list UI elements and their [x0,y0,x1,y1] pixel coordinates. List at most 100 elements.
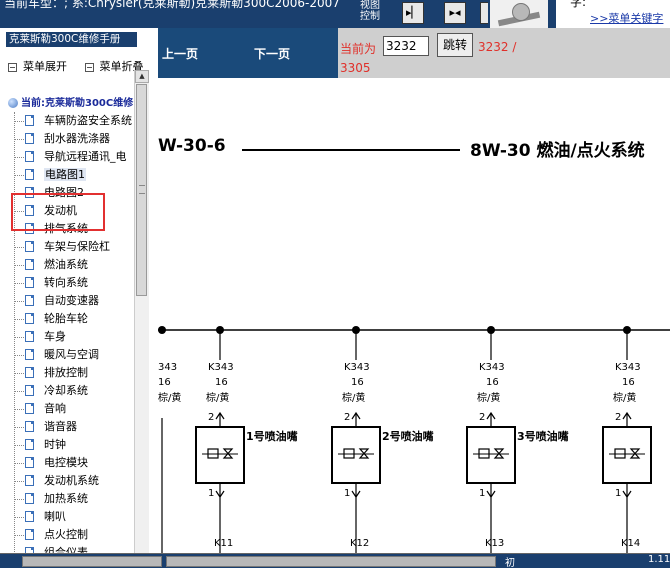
wire-color-label: 棕/黄 [158,393,182,404]
pin-number-label: 1 [615,488,622,499]
tree-item-label: 转向系统 [44,276,88,289]
pin-number-label: 2 [208,412,215,423]
tree-item-label: 发动机系统 [44,474,99,487]
tree-item-label: 时钟 [44,438,66,451]
injector-box [331,426,381,484]
page-navbar: 上一页 下一页 当前为 跳转 3232 / 3305 [158,28,670,78]
document-icon [25,169,34,180]
wire-gauge-label: 16 [215,377,228,388]
tree-item[interactable]: 喇叭 [14,508,132,526]
pin-number-label: 1 [208,488,215,499]
tree-item[interactable]: 电控模块 [14,454,132,472]
tree-item[interactable]: 加热系统 [14,490,132,508]
document-icon [25,115,34,126]
tree-item[interactable]: 自动变速器 [14,292,132,310]
skip-button[interactable]: ▸◂ [444,2,466,24]
menu-expand-button[interactable]: 菜单展开 [23,60,67,73]
tree-item-label: 暖风与空调 [44,348,99,361]
wire-color-label: 棕/黄 [477,393,501,404]
prev-page-button[interactable]: 上一页 [162,45,198,62]
tree-item[interactable]: 车辆防盗安全系统 [14,112,132,130]
tree-root[interactable]: 当前:克莱斯勒300C维修 [8,94,133,109]
injector-box [602,426,652,484]
tree-item[interactable]: 轮胎车轮 [14,310,132,328]
vertical-scrollbar[interactable]: ▲ ▼ [134,70,149,553]
tree-item[interactable]: 冷却系统 [14,382,132,400]
injector-label: 1号喷油嘴 [246,430,298,443]
document-icon [25,421,34,432]
tree-item-label: 车辆防盗安全系统 [44,114,132,127]
tree-item[interactable]: 谐音器 [14,418,132,436]
tree-item[interactable]: 导航远程通讯_电 [14,148,132,166]
injector-label: 2号喷油嘴 [382,430,434,443]
expand-icon [8,62,17,72]
sidebar: 克莱斯勒300C维修手册 菜单展开 菜单折叠 当前:克莱斯勒300C维修 车辆防… [0,28,159,553]
collapse-icon [84,62,94,72]
injector-box [466,426,516,484]
tree-item[interactable]: 燃油系统 [14,256,132,274]
tree-list: 车辆防盗安全系统 刮水器洗涤器 导航远程通讯_电 电路图1 电路图2 发动机 排气系统 车架与… [14,112,132,553]
pin-number-label: 2 [479,412,486,423]
tree-item[interactable]: 刮水器洗涤器 [14,130,132,148]
wire-code-label: K14 [621,538,641,549]
tree-item[interactable]: 暖风与空调 [14,346,132,364]
wire-code-label: K343 [344,362,370,373]
document-icon [25,493,34,504]
tree-item[interactable]: 时钟 [14,436,132,454]
document-icon [25,331,34,342]
menu-keyword-link[interactable]: >>菜单关键字 [590,10,663,26]
wire-gauge-label: 16 [158,377,171,388]
status-segment-2 [166,556,496,567]
scroll-up-arrow-icon[interactable]: ▲ [135,70,149,83]
jump-button[interactable]: 跳转 [437,33,473,57]
wire-code-label: K11 [214,538,234,549]
highlight-box [11,193,105,231]
injector-box [195,426,245,484]
tree-item[interactable]: 点火控制 [14,526,132,544]
tree-item-label: 自动变速器 [44,294,99,307]
document-icon [25,151,34,162]
wire-code-label: K343 [479,362,505,373]
tree-item-label: 电控模块 [44,456,88,469]
page-number-input[interactable] [383,36,429,56]
tree-item[interactable]: 排放控制 [14,364,132,382]
tree-item-label: 音响 [44,402,66,415]
wiring-diagram [158,326,670,553]
help-panel: 字: >>菜单关键字 [556,0,670,28]
document-icon [25,511,34,522]
wire-code-label: K12 [350,538,370,549]
document-icon [25,295,34,306]
document-icon [25,475,34,486]
document-icon [25,259,34,270]
tree-item[interactable]: 转向系统 [14,274,132,292]
wire-code-label: K13 [485,538,505,549]
scroll-thumb[interactable] [136,84,147,296]
document-icon [25,529,34,540]
page-total-a: 3232 / [478,40,517,54]
wire-code-label: 343 [158,362,178,373]
tree-item-label: 电路图1 [44,168,86,181]
tree-item[interactable]: 发动机系统 [14,472,132,490]
tree-item-label: 车身 [44,330,66,343]
tree-item-label: 谐音器 [44,420,77,433]
document-icon [25,457,34,468]
tree-item-label: 燃油系统 [44,258,88,271]
play-forward-button[interactable]: ▸▏ [402,2,424,24]
wire-gauge-label: 16 [486,377,499,388]
document-icon [25,313,34,324]
window-title: 当前车型：; 系:Chrysler(克莱斯勒)克莱斯勒300C2006-2007 [4,0,340,10]
toolbar-edge-button[interactable] [480,2,488,24]
document-icon [25,277,34,288]
tree-item[interactable]: 车架与保险杠 [14,238,132,256]
tree-item[interactable]: 电路图1 [14,166,132,184]
tree-item[interactable]: 音响 [14,400,132,418]
status-segment-1 [22,556,162,567]
next-page-button[interactable]: 下一页 [254,45,290,62]
document-icon [25,241,34,252]
tree-item-label: 车架与保险杠 [44,240,110,253]
pin-number-label: 1 [344,488,351,499]
document-icon [25,439,34,450]
tree-item[interactable]: 组合仪表 [14,544,132,553]
tree-item-label: 排放控制 [44,366,88,379]
tree-item[interactable]: 车身 [14,328,132,346]
